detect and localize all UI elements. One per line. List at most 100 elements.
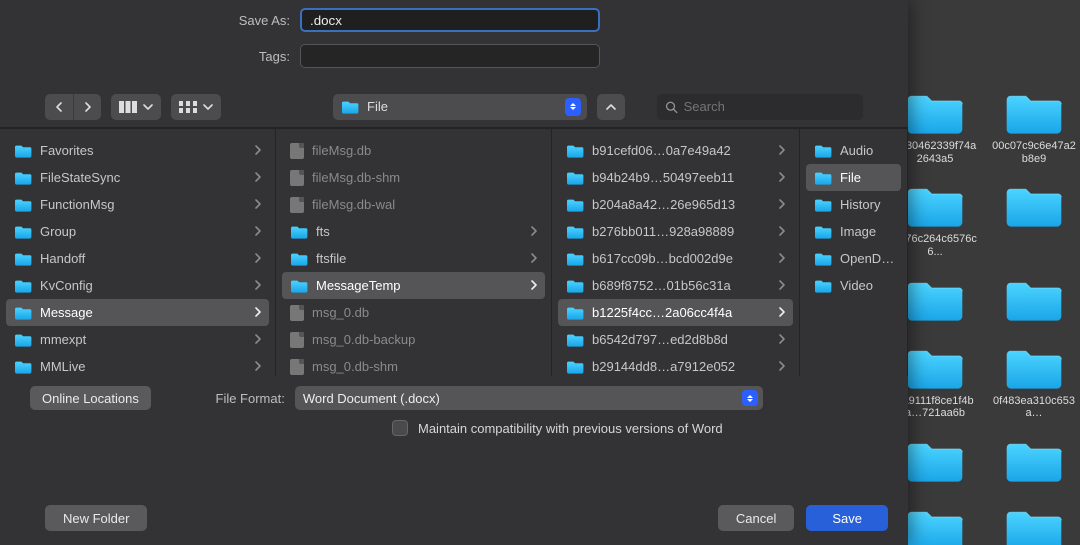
- file-icon: [290, 197, 304, 213]
- list-item[interactable]: b94b24b9…50497eeb11: [552, 164, 799, 191]
- folder-icon: [814, 225, 832, 239]
- list-item[interactable]: fileMsg.db-shm: [276, 164, 551, 191]
- list-item[interactable]: History: [800, 191, 907, 218]
- list-item[interactable]: fts: [276, 218, 551, 245]
- path-folder-name: File: [367, 99, 388, 114]
- browser-column-2[interactable]: fileMsg.dbfileMsg.db-shmfileMsg.db-walft…: [276, 129, 552, 376]
- list-item[interactable]: b91cefd06…0a7e49a42: [552, 137, 799, 164]
- item-label: Image: [840, 224, 895, 239]
- item-label: FunctionMsg: [40, 197, 241, 212]
- online-locations-button[interactable]: Online Locations: [30, 386, 151, 410]
- desktop-folder[interactable]: [989, 438, 1079, 488]
- list-item[interactable]: b1225f4cc…2a06cc4f4a: [558, 299, 793, 326]
- view-mode-grid-button[interactable]: [171, 94, 221, 120]
- list-item[interactable]: fileMsg.db: [276, 137, 551, 164]
- list-item[interactable]: fileMsg.db-wal: [276, 191, 551, 218]
- up-folder-button[interactable]: [597, 94, 625, 120]
- folder-icon: [14, 279, 32, 293]
- nav-back-button[interactable]: [45, 94, 73, 120]
- save-button[interactable]: Save: [806, 505, 888, 531]
- chevron-down-icon: [143, 102, 153, 112]
- list-item[interactable]: KvConfig: [0, 272, 275, 299]
- list-item[interactable]: b276bb011…928a98889: [552, 218, 799, 245]
- item-label: mmexpt: [40, 332, 241, 347]
- browser-column-4[interactable]: Audio File History Image OpenDataVideo: [800, 129, 908, 376]
- folder-icon: [14, 306, 32, 320]
- path-popup-button[interactable]: File: [333, 94, 587, 120]
- list-item[interactable]: ftsfile: [276, 245, 551, 272]
- save-as-input[interactable]: [300, 8, 600, 32]
- chevron-up-icon: [606, 102, 616, 112]
- list-item[interactable]: FileStateSync: [0, 164, 275, 191]
- folder-icon: [566, 144, 584, 158]
- list-item[interactable]: msg_0.db-backup: [276, 326, 551, 353]
- chevron-right-icon: [253, 198, 263, 212]
- folder-icon: [904, 183, 966, 229]
- list-item[interactable]: b29144dd8…a7912e052: [552, 353, 799, 376]
- new-folder-button[interactable]: New Folder: [45, 505, 147, 531]
- compat-label: Maintain compatibility with previous ver…: [418, 421, 723, 436]
- folder-icon: [814, 279, 832, 293]
- folder-icon: [904, 506, 966, 545]
- list-item[interactable]: msg_0.db: [276, 299, 551, 326]
- save-dialog: Save As: Tags: File: [0, 0, 908, 545]
- item-label: b689f8752…01b56c31a: [592, 278, 765, 293]
- folder-icon: [566, 279, 584, 293]
- folder-icon: [341, 100, 359, 114]
- file-icon: [290, 143, 304, 159]
- search-field[interactable]: [657, 94, 863, 120]
- chevron-right-icon: [777, 198, 787, 212]
- chevron-right-icon: [777, 171, 787, 185]
- list-item[interactable]: Message: [6, 299, 269, 326]
- file-icon: [290, 332, 304, 348]
- browser-column-3[interactable]: b91cefd06…0a7e49a42b94b24b9…50497eeb11b2…: [552, 129, 800, 376]
- cancel-button[interactable]: Cancel: [718, 505, 794, 531]
- list-item[interactable]: File: [806, 164, 901, 191]
- item-label: msg_0.db-shm: [312, 359, 539, 374]
- list-item[interactable]: MMLive: [0, 353, 275, 376]
- item-label: History: [840, 197, 895, 212]
- list-item[interactable]: Favorites: [0, 137, 275, 164]
- chevron-right-icon: [253, 306, 263, 320]
- item-label: Audio: [840, 143, 895, 158]
- list-item[interactable]: b6542d797…ed2d8b8d: [552, 326, 799, 353]
- folder-icon: [14, 252, 32, 266]
- browser-column-1[interactable]: FavoritesFileStateSync FunctionMsg Group Ha…: [0, 129, 276, 376]
- list-item[interactable]: msg_0.db-shm: [276, 353, 551, 376]
- tags-input[interactable]: [300, 44, 600, 68]
- folder-icon: [814, 171, 832, 185]
- chevron-right-icon: [253, 360, 263, 374]
- search-input[interactable]: [684, 99, 855, 114]
- list-item[interactable]: MessageTemp: [282, 272, 545, 299]
- item-label: Group: [40, 224, 241, 239]
- folder-icon: [904, 277, 966, 323]
- desktop-folder[interactable]: [989, 183, 1079, 258]
- list-item[interactable]: FunctionMsg: [0, 191, 275, 218]
- desktop-folder[interactable]: 0f483ea310c653a…: [989, 345, 1079, 420]
- desktop-folder[interactable]: 1c332b81…31f3ab9b: [989, 506, 1079, 545]
- desktop-folder[interactable]: 00c07c9c6e47a2b8e9: [989, 90, 1079, 165]
- list-item[interactable]: b689f8752…01b56c31a: [552, 272, 799, 299]
- desktop-folder[interactable]: [989, 277, 1079, 327]
- chevron-right-icon: [777, 333, 787, 347]
- list-item[interactable]: b617cc09b…bcd002d9e: [552, 245, 799, 272]
- list-item[interactable]: Image: [800, 218, 907, 245]
- list-item[interactable]: OpenData: [800, 245, 907, 272]
- folder-icon: [1003, 277, 1065, 323]
- view-mode-columns-button[interactable]: [111, 94, 161, 120]
- list-item[interactable]: Group: [0, 218, 275, 245]
- item-label: MessageTemp: [316, 278, 517, 293]
- list-item[interactable]: Video: [800, 272, 907, 299]
- nav-forward-button[interactable]: [73, 94, 101, 120]
- list-item[interactable]: Audio: [800, 137, 907, 164]
- folder-icon: [566, 225, 584, 239]
- item-label: MMLive: [40, 359, 241, 374]
- chevron-left-icon: [54, 102, 64, 112]
- folder-icon: [14, 198, 32, 212]
- list-item[interactable]: Handoff: [0, 245, 275, 272]
- list-item[interactable]: b204a8a42…26e965d13: [552, 191, 799, 218]
- compat-checkbox[interactable]: [392, 420, 408, 436]
- list-item[interactable]: mmexpt: [0, 326, 275, 353]
- file-format-select[interactable]: Word Document (.docx): [295, 386, 763, 410]
- updown-caret-icon: [742, 390, 758, 406]
